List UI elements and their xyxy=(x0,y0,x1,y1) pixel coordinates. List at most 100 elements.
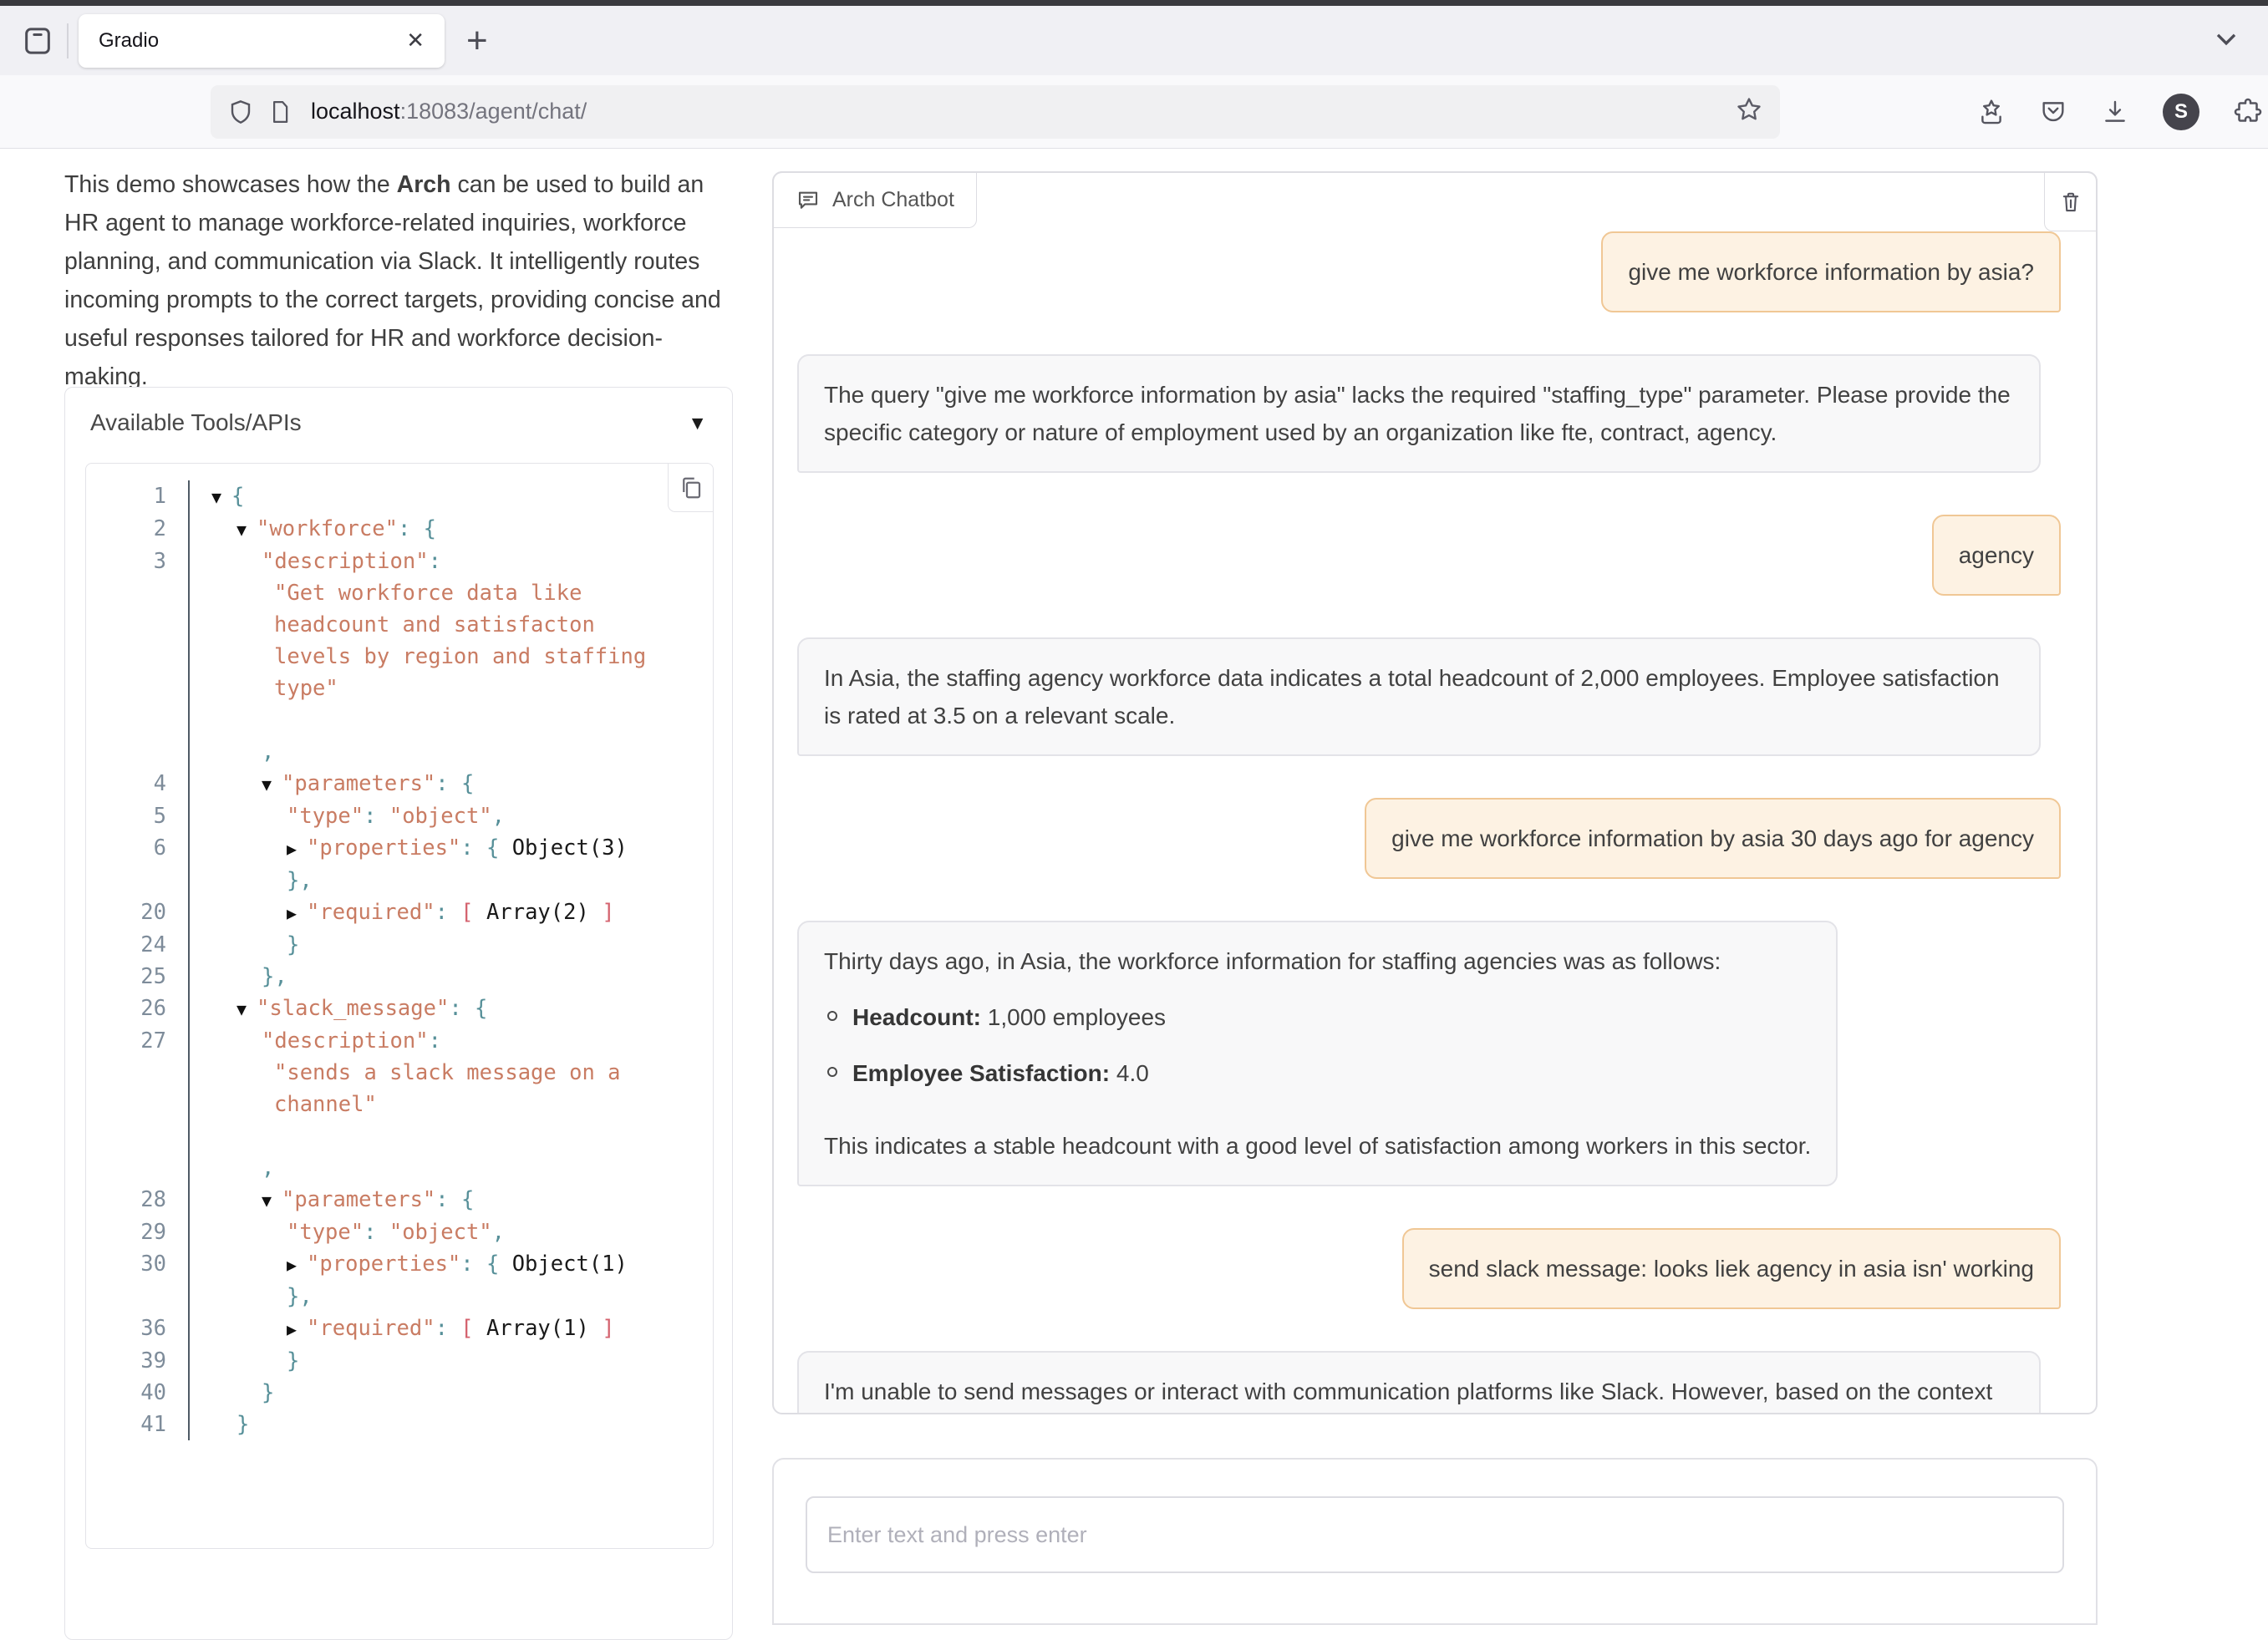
code-line: channel" xyxy=(86,1089,713,1120)
code-token: "parameters" xyxy=(282,771,435,796)
shield-icon[interactable] xyxy=(227,99,254,125)
code-token: } xyxy=(236,1412,249,1437)
collapse-toggle-icon[interactable]: ▼ xyxy=(262,774,272,795)
message-paragraph: Thirty days ago, in Asia, the workforce … xyxy=(824,942,1811,980)
sidebar-icon xyxy=(21,24,54,58)
collapse-toggle-icon[interactable]: ▼ xyxy=(236,520,247,540)
code-token: type" xyxy=(274,676,338,701)
tools-panel-title: Available Tools/APIs xyxy=(90,409,302,436)
chevron-down-icon xyxy=(2210,22,2243,55)
line-number: 30 xyxy=(86,1248,188,1281)
code-line xyxy=(86,704,713,736)
chatbot-panel: give me workforce information by asia?Th… xyxy=(772,171,2098,1414)
tab-title: Gradio xyxy=(99,29,159,53)
copy-button[interactable] xyxy=(668,464,713,512)
line-number xyxy=(86,1089,188,1120)
code-token: : { xyxy=(398,516,436,541)
bookmark-star-button[interactable] xyxy=(1735,95,1763,128)
bullet-icon xyxy=(827,1011,837,1021)
tab-divider xyxy=(67,23,69,58)
code-token: channel" xyxy=(274,1092,377,1117)
user-message-bubble: agency xyxy=(1932,515,2061,596)
code-token: : { xyxy=(435,1187,474,1212)
code-line: 39} xyxy=(86,1345,713,1377)
account-avatar[interactable]: S xyxy=(2163,94,2199,130)
code-line: 6▶"properties": { Object(3) xyxy=(86,832,713,865)
collapse-caret-icon[interactable]: ▼ xyxy=(688,412,707,434)
code-token: } xyxy=(287,932,299,957)
code-token: Array(1) xyxy=(486,1316,589,1341)
code-token: "slack_message" xyxy=(257,996,449,1021)
code-token: ] xyxy=(589,900,615,925)
line-number: 24 xyxy=(86,929,188,961)
line-number xyxy=(86,704,188,736)
bot-message-bubble: In Asia, the staffing agency workforce d… xyxy=(797,637,2041,756)
arch-bold: Arch xyxy=(397,171,451,198)
collapse-toggle-icon[interactable]: ▶ xyxy=(287,1319,297,1339)
code-token: "description" xyxy=(262,1028,429,1054)
line-number xyxy=(86,1152,188,1184)
collapse-toggle-icon[interactable]: ▼ xyxy=(262,1191,272,1211)
code-token: "workforce" xyxy=(257,516,398,541)
chat-text-input[interactable] xyxy=(806,1496,2064,1573)
collapse-toggle-icon[interactable]: ▶ xyxy=(287,1255,297,1275)
trash-icon xyxy=(2058,189,2083,216)
save-bookmark-icon[interactable] xyxy=(1977,98,2006,126)
bot-message-bubble: Thirty days ago, in Asia, the workforce … xyxy=(797,921,1838,1186)
code-token: "object" xyxy=(389,1220,492,1245)
code-token: "parameters" xyxy=(282,1187,435,1212)
collapse-toggle-icon[interactable]: ▶ xyxy=(287,839,297,859)
line-number xyxy=(86,673,188,704)
browser-tab[interactable]: Gradio ✕ xyxy=(79,14,445,68)
clear-chat-button[interactable] xyxy=(2044,171,2098,231)
line-number xyxy=(86,609,188,641)
browser-chrome: Gradio ✕ + localhost:18083/agent/chat/ xyxy=(0,0,2268,149)
message-paragraph: I'm unable to send messages or interact … xyxy=(824,1373,2014,1413)
extensions-puzzle-icon[interactable] xyxy=(2233,97,2263,127)
download-icon[interactable] xyxy=(2101,98,2129,126)
code-line: , xyxy=(86,736,713,768)
line-number: 26 xyxy=(86,993,188,1025)
list-tabs-button[interactable] xyxy=(2210,22,2243,59)
code-line: 24} xyxy=(86,929,713,961)
line-number: 28 xyxy=(86,1184,188,1216)
code-line: }, xyxy=(86,865,713,896)
code-token: }, xyxy=(262,964,287,989)
code-line xyxy=(86,1120,713,1152)
code-line: 28 ▼ "parameters": { xyxy=(86,1184,713,1216)
line-number: 39 xyxy=(86,1345,188,1377)
code-line: 5"type": "object", xyxy=(86,800,713,832)
code-token: : xyxy=(435,900,461,925)
code-line: type" xyxy=(86,673,713,704)
code-line: , xyxy=(86,1152,713,1184)
line-number xyxy=(86,1057,188,1089)
code-token: : { xyxy=(435,771,474,796)
code-token: : { xyxy=(449,996,487,1021)
url-bar[interactable]: localhost:18083/agent/chat/ xyxy=(211,85,1780,139)
chatbot-label: Arch Chatbot xyxy=(772,171,977,228)
message-paragraph: agency xyxy=(1959,536,2034,574)
code-token: "type" xyxy=(287,1220,364,1245)
line-number: 5 xyxy=(86,800,188,832)
code-token: , xyxy=(492,1220,505,1245)
code-token: : { xyxy=(460,1252,511,1277)
tab-close-icon[interactable]: ✕ xyxy=(406,28,425,53)
pocket-icon[interactable] xyxy=(2039,98,2067,126)
collapse-toggle-icon[interactable]: ▼ xyxy=(236,999,247,1019)
url-text: localhost:18083/agent/chat/ xyxy=(311,99,587,124)
code-line: 1▼{ xyxy=(86,480,713,513)
message-paragraph: This indicates a stable headcount with a… xyxy=(824,1127,1811,1165)
tools-panel-header[interactable]: Available Tools/APIs ▼ xyxy=(65,388,732,449)
bot-message-bubble: I'm unable to send messages or interact … xyxy=(797,1351,2041,1413)
page-icon[interactable] xyxy=(267,99,292,125)
line-number: 1 xyxy=(86,480,188,513)
sidebar-toggle-button[interactable] xyxy=(13,17,62,65)
collapse-toggle-icon[interactable]: ▶ xyxy=(287,903,297,923)
collapse-toggle-icon[interactable]: ▼ xyxy=(211,487,221,507)
bot-message-bubble: The query "give me workforce information… xyxy=(797,354,2041,473)
speech-bubble-icon xyxy=(796,188,821,213)
message-paragraph: In Asia, the staffing agency workforce d… xyxy=(824,659,2014,734)
new-tab-button[interactable]: + xyxy=(466,24,488,58)
code-line: }, xyxy=(86,1281,713,1313)
chat-message-area[interactable]: give me workforce information by asia?Th… xyxy=(774,173,2096,1413)
